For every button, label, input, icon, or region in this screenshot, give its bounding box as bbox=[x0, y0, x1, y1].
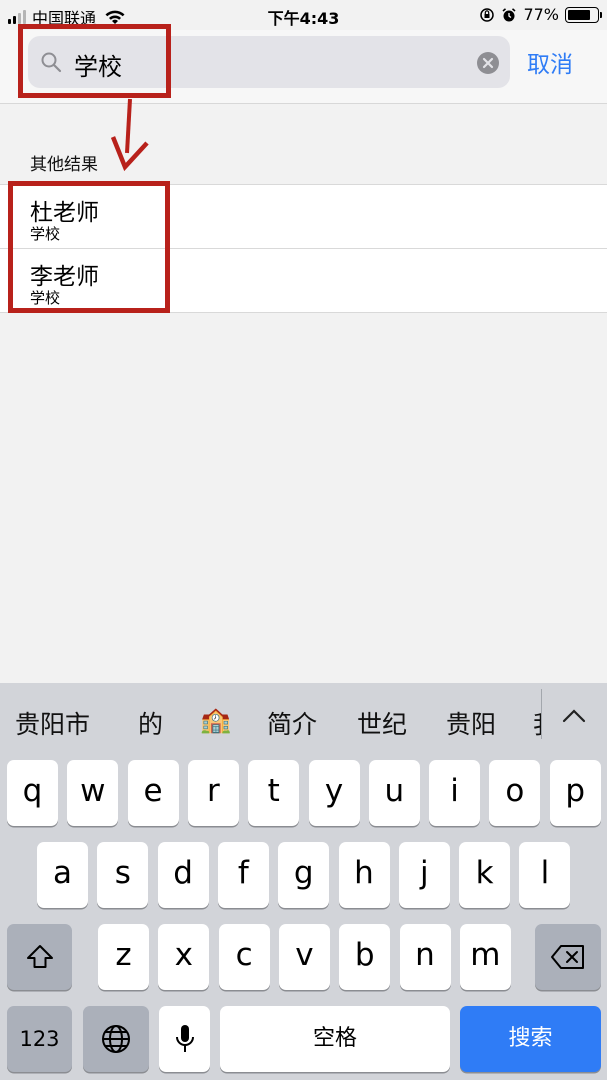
key-label: z bbox=[115, 937, 132, 973]
key-label: h bbox=[354, 855, 374, 891]
key-label: p bbox=[565, 773, 586, 809]
annotation-arrow-icon bbox=[110, 98, 149, 172]
key-u[interactable]: u bbox=[368, 760, 420, 826]
key-q[interactable]: q bbox=[7, 760, 58, 826]
school-emoji-suggestion[interactable]: 🏫 bbox=[200, 705, 231, 735]
suggestion-divider bbox=[541, 689, 542, 739]
section-title: 其他结果 bbox=[30, 155, 98, 175]
key-s[interactable]: s bbox=[97, 842, 149, 908]
key-label: o bbox=[505, 773, 525, 809]
dictation-key[interactable] bbox=[159, 1006, 210, 1072]
space-key[interactable]: 空格 bbox=[220, 1006, 450, 1072]
key-a[interactable]: a bbox=[37, 842, 88, 908]
key-d[interactable]: d bbox=[157, 842, 209, 908]
battery-fill bbox=[568, 9, 590, 20]
backspace-icon bbox=[551, 945, 584, 969]
key-h[interactable]: h bbox=[338, 842, 390, 908]
key-label: g bbox=[293, 855, 314, 891]
search-key[interactable]: 搜索 bbox=[460, 1006, 601, 1072]
suggestion-bar: 贵阳市 的 🏫 简介 世纪 贵阳 我 bbox=[0, 683, 607, 759]
key-label: c bbox=[235, 937, 253, 973]
key-n[interactable]: n bbox=[399, 924, 451, 990]
key-w[interactable]: w bbox=[67, 760, 119, 826]
key-label: b bbox=[354, 937, 375, 973]
key-label: f bbox=[237, 855, 249, 891]
suggestion-item[interactable]: 世纪 bbox=[357, 705, 407, 741]
search-key-label: 搜索 bbox=[508, 1026, 553, 1051]
space-key-label: 空格 bbox=[312, 1026, 357, 1051]
clear-icon[interactable] bbox=[476, 51, 500, 75]
key-label: i bbox=[450, 773, 459, 809]
key-label: n bbox=[415, 937, 435, 973]
microphone-icon bbox=[175, 1025, 194, 1052]
annotation-box-search bbox=[18, 24, 171, 98]
key-label: w bbox=[80, 773, 106, 809]
key-label: m bbox=[470, 937, 501, 973]
chevron-up-icon[interactable] bbox=[560, 705, 588, 725]
numbers-key-label: 123 bbox=[19, 1027, 60, 1051]
key-label: t bbox=[267, 773, 280, 809]
key-label: k bbox=[475, 855, 494, 891]
key-label: a bbox=[53, 855, 72, 891]
key-b[interactable]: b bbox=[339, 924, 391, 990]
key-r[interactable]: r bbox=[187, 760, 239, 826]
key-label: s bbox=[114, 855, 131, 891]
key-label: d bbox=[173, 855, 193, 891]
key-label: y bbox=[324, 773, 344, 809]
battery-icon bbox=[565, 6, 602, 23]
key-label: r bbox=[207, 773, 220, 809]
shift-icon bbox=[26, 945, 53, 968]
key-t[interactable]: t bbox=[248, 760, 300, 826]
key-c[interactable]: c bbox=[218, 924, 270, 990]
key-g[interactable]: g bbox=[278, 842, 330, 908]
annotation-box-results bbox=[8, 181, 170, 313]
suggestion-item[interactable]: 贵阳 bbox=[446, 705, 496, 741]
key-label: q bbox=[22, 773, 43, 809]
key-k[interactable]: k bbox=[459, 842, 511, 908]
orientation-lock-icon bbox=[480, 7, 495, 22]
key-x[interactable]: x bbox=[158, 924, 210, 990]
key-label: e bbox=[143, 773, 163, 809]
shift-key[interactable] bbox=[7, 924, 72, 990]
key-z[interactable]: z bbox=[98, 924, 149, 990]
key-label: x bbox=[174, 937, 193, 973]
key-m[interactable]: m bbox=[459, 924, 511, 990]
globe-key[interactable] bbox=[83, 1006, 149, 1072]
suggestion-item[interactable]: 简介 bbox=[267, 705, 317, 741]
key-p[interactable]: p bbox=[549, 760, 601, 826]
alarm-icon bbox=[502, 7, 516, 21]
key-label: l bbox=[540, 855, 550, 891]
key-j[interactable]: j bbox=[398, 842, 450, 908]
numbers-key[interactable]: 123 bbox=[7, 1006, 72, 1072]
key-e[interactable]: e bbox=[127, 760, 179, 826]
key-label: u bbox=[384, 773, 405, 809]
delete-key[interactable] bbox=[535, 924, 601, 990]
key-f[interactable]: f bbox=[217, 842, 269, 908]
key-l[interactable]: l bbox=[519, 842, 571, 908]
suggestion-item[interactable]: 贵阳市 bbox=[15, 705, 90, 741]
key-label: j bbox=[419, 855, 429, 891]
key-i[interactable]: i bbox=[429, 760, 481, 826]
battery-percent: 77% bbox=[523, 5, 559, 24]
suggestion-item[interactable]: 我 bbox=[533, 705, 541, 741]
keyboard: 贵阳市 的 🏫 简介 世纪 贵阳 我 q w e r t y u i o p a s d f g h j k l z x… bbox=[0, 683, 607, 1080]
suggestion-item[interactable]: 的 bbox=[138, 705, 163, 741]
key-v[interactable]: v bbox=[278, 924, 330, 990]
key-y[interactable]: y bbox=[308, 760, 360, 826]
key-label: v bbox=[295, 937, 314, 973]
cancel-button[interactable]: 取消 bbox=[527, 45, 573, 79]
key-o[interactable]: o bbox=[489, 760, 541, 826]
status-right: 77% bbox=[479, 5, 602, 24]
globe-icon bbox=[102, 1025, 130, 1053]
